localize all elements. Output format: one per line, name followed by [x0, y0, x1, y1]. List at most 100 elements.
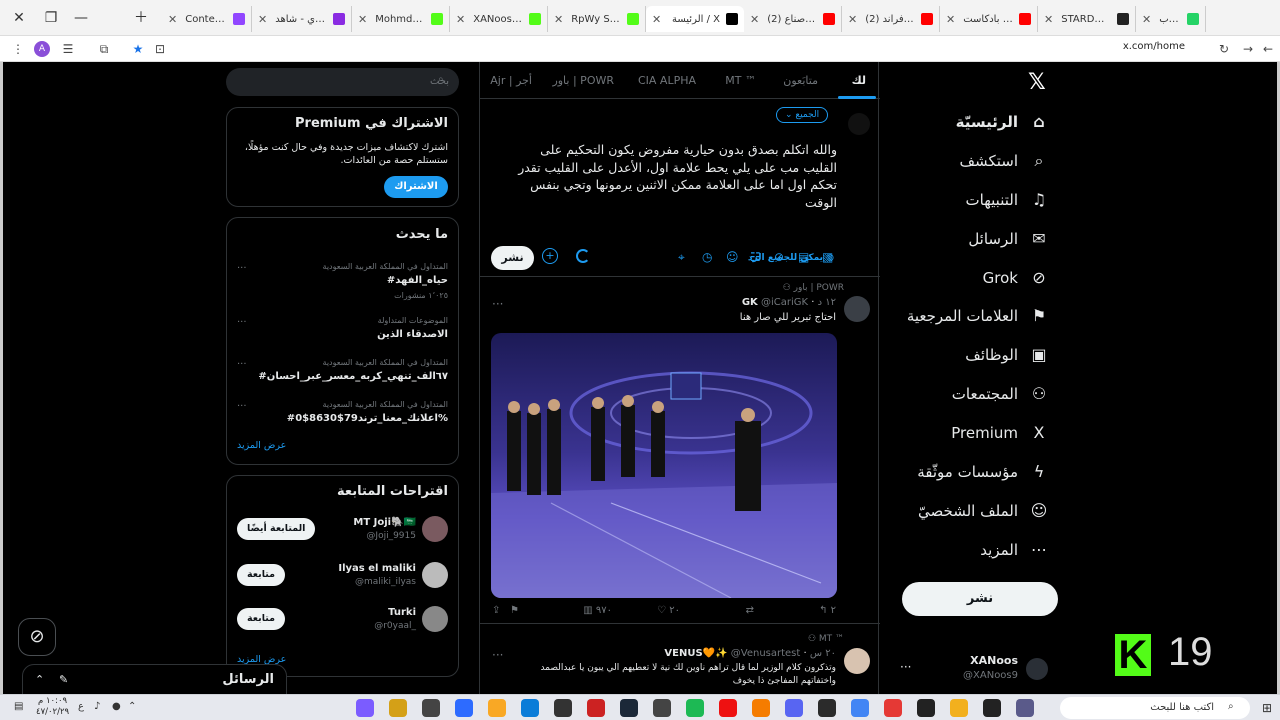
views-count[interactable]: ▥ ٩٧٠ [583, 605, 612, 616]
follow-button[interactable]: متابعة [237, 608, 286, 630]
sidebar-item[interactable]: العلامات المرجعية ⚑ [907, 306, 1050, 325]
volume-icon[interactable]: ♪ [94, 701, 100, 712]
obs-icon[interactable] [1016, 699, 1034, 717]
tweet-video[interactable] [491, 333, 837, 598]
taskbar-clock[interactable]: ١٠:٠٩ م ٤٧/٠٢/٢٩ [36, 696, 69, 718]
snipping-icon[interactable] [884, 699, 902, 717]
chrome-icon[interactable] [851, 699, 869, 717]
reload-icon[interactable]: ↻ [1214, 39, 1234, 59]
post-button[interactable]: نشر [902, 582, 1058, 616]
tweet-more-icon[interactable]: ··· [492, 648, 503, 662]
close-tab-icon[interactable]: ✕ [652, 13, 661, 26]
close-tab-icon[interactable]: ✕ [1044, 13, 1053, 26]
close-tab-icon[interactable]: ✕ [848, 13, 857, 26]
browser-tab[interactable]: ✕ Mohmdi12 Str [352, 6, 450, 32]
show-more-trends-link[interactable]: عرض المزيد [237, 440, 286, 451]
schedule-icon[interactable]: ◷ [702, 250, 712, 264]
tab-cia-alpha[interactable]: CIA ALPHA [638, 74, 696, 87]
xsplit-icon[interactable] [950, 699, 968, 717]
avatar[interactable] [844, 296, 870, 322]
image-icon[interactable]: ▧ [822, 250, 833, 264]
notification-icon[interactable]: ▤ [14, 701, 23, 712]
trend-name[interactable]: #اعلانك_معنا_ترند79$8630$0% [287, 413, 448, 424]
close-tab-icon[interactable]: ✕ [946, 13, 955, 26]
search-input[interactable]: بحث [226, 68, 459, 96]
close-tab-icon[interactable]: ✕ [750, 13, 759, 26]
suggestion-name[interactable]: MT Joji🐘🇸🇦 [353, 517, 416, 528]
close-tab-icon[interactable]: ✕ [168, 13, 177, 26]
trend-name[interactable]: الاصدقاء الذين [377, 329, 448, 340]
tab-for-you[interactable]: لك [852, 74, 866, 87]
mt-icon[interactable] [389, 699, 407, 717]
tray-chevron-icon[interactable]: ⌃ [128, 701, 136, 712]
audience-selector[interactable]: ⌄ الجميع [776, 107, 829, 123]
obs-studio-icon[interactable] [917, 699, 935, 717]
new-tab-icon[interactable]: ＋ [126, 0, 156, 36]
recording-icon[interactable] [719, 699, 737, 717]
browser-tab[interactable]: ✕ ContentCreato [162, 6, 252, 32]
browser-tab[interactable]: ✕ (2) دوري صناع [744, 6, 842, 32]
extensions-icon[interactable]: ⧉ [94, 39, 114, 59]
follow-button[interactable]: متابعة [237, 564, 286, 586]
microphone-icon[interactable]: ● [112, 701, 121, 712]
sidebar-item[interactable]: الوظائف ▣ [965, 345, 1050, 364]
sidebar-item[interactable]: التنبيهات ♫ [966, 190, 1050, 209]
stream-icon[interactable] [356, 699, 374, 717]
sidebar-item[interactable]: المجتمعات ⚇ [952, 384, 1050, 403]
browser-tab[interactable]: ✕ XANoos Strea [450, 6, 548, 32]
share-icon[interactable]: ⇪ [492, 605, 500, 616]
account-switcher[interactable]: XANoos @XANoos9 ··· [900, 652, 1048, 686]
bookmark-star-icon[interactable]: ★ [128, 39, 148, 59]
like-count[interactable]: ♡ ٢٠ [657, 605, 680, 616]
steam-icon[interactable] [620, 699, 638, 717]
avatar[interactable] [422, 516, 448, 542]
explorer-icon[interactable] [983, 699, 1001, 717]
browser-tab[interactable]: ✕ الرئيسة / X [646, 6, 744, 32]
trend-name[interactable]: #حياه_الفهد [387, 275, 448, 286]
gif-icon[interactable]: ▤ [798, 250, 809, 264]
browser-tab[interactable]: ✕ نوريلاي - شاهد [252, 6, 352, 32]
trend-more-icon[interactable]: ··· [237, 401, 247, 412]
tab-powr[interactable]: باور | POWR [552, 74, 614, 87]
discord-icon[interactable] [785, 699, 803, 717]
tab-ajr[interactable]: Ajr | أجر [490, 74, 532, 87]
tv-icon[interactable] [587, 699, 605, 717]
forward-icon[interactable]: → [1238, 39, 1258, 59]
reading-list-icon[interactable]: ☰ [58, 39, 78, 59]
location-icon[interactable]: ⌖ [678, 250, 685, 265]
teams-icon[interactable] [455, 699, 473, 717]
tweet[interactable]: ⚇ MT ™ VENUS🧡✨ @Venusartest · ٢٠ س ··· و… [480, 624, 880, 694]
avatar[interactable] [422, 562, 448, 588]
sidebar-item[interactable]: المزيد ⋯ [980, 540, 1050, 559]
close-tab-icon[interactable]: ✕ [456, 13, 465, 26]
browser-tab[interactable]: ✕ واتساب [1136, 6, 1206, 32]
files-icon[interactable] [488, 699, 506, 717]
sidebar-item[interactable]: الملف الشخصيّ ☺ [918, 501, 1050, 520]
browser-tab[interactable]: ✕ (2) اغنية فراند [842, 6, 940, 32]
app-icon[interactable] [653, 699, 671, 717]
avatar[interactable] [844, 648, 870, 674]
install-app-icon[interactable]: ⊡ [150, 39, 170, 59]
poll-icon[interactable]: ☷ [750, 250, 761, 264]
suggestion-name[interactable]: Ilyas el maliki [338, 563, 416, 574]
close-tab-icon[interactable]: ✕ [258, 13, 267, 26]
close-tab-icon[interactable]: ✕ [554, 13, 563, 26]
composer-textarea[interactable]: والله اتكلم بصدق بدون حيارية مفروض يكون … [510, 141, 837, 211]
input-language[interactable]: ع [78, 701, 84, 712]
x-logo-icon[interactable]: 𝕏 [1028, 70, 1046, 95]
grok-floating-button[interactable]: ⊘ [18, 618, 56, 656]
tweet[interactable]: ⚇ باور | POWR GK @iCariGK · ١٢ د ··· احت… [480, 277, 880, 624]
clip-icon[interactable] [422, 699, 440, 717]
new-message-icon[interactable]: ✎ [59, 673, 68, 686]
suggestion-name[interactable]: Turki [388, 607, 416, 618]
composer-post-button[interactable]: نشر [491, 246, 534, 270]
tab-mt[interactable]: MT ™ [725, 74, 756, 87]
tweet-more-icon[interactable]: ··· [492, 297, 503, 311]
sidebar-item[interactable]: الرسائل ✉ [968, 229, 1050, 248]
grok-icon[interactable]: ⊘ [774, 250, 784, 264]
back-icon[interactable]: ← [1258, 39, 1278, 59]
close-tab-icon[interactable]: ✕ [358, 13, 367, 26]
taskbar-search[interactable]: اكتب هنا للبحث [1060, 697, 1250, 719]
sidebar-item[interactable]: Grok ⊘ [983, 268, 1050, 287]
chevron-up-icon[interactable]: ⌃ [35, 673, 44, 686]
